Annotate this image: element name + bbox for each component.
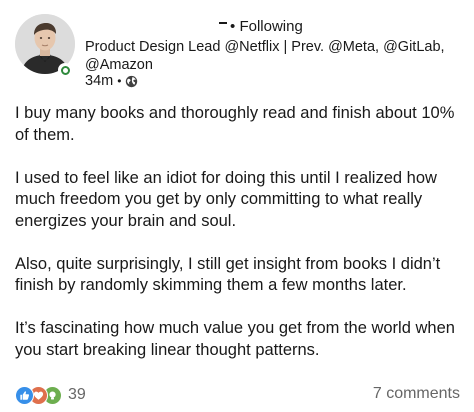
author-headline: Product Design Lead @Netflix | Prev. @Me… [85,39,445,73]
author-avatar-wrapper[interactable] [15,14,75,77]
reaction-count[interactable]: 39 [68,386,86,404]
post-body: I buy many books and thoroughly read and… [15,103,463,361]
engagement-bar: 39 7 comments [15,384,460,406]
post-paragraph: I used to feel like an idiot for doing t… [15,168,437,230]
comments-count-link[interactable]: 7 comments [373,385,460,403]
follow-status-label: Following [239,18,303,35]
feed-post: • Following Product Design Lead @Netflix… [0,0,474,412]
dash-icon [219,22,227,24]
follow-prefix: • [230,18,236,35]
post-paragraph: Also, quite surprisingly, I still get in… [15,254,441,295]
post-meta: 34m • [85,73,138,89]
reactions-summary[interactable]: 39 [15,384,86,406]
online-status-icon [58,63,72,77]
post-paragraph: It’s fascinating how much value you get … [15,319,455,359]
globe-icon [126,75,138,87]
post-paragraph: I buy many books and thoroughly read and… [15,104,455,144]
follow-status[interactable]: • Following [219,18,303,35]
post-timestamp: 34m [85,73,114,89]
post-header: • Following Product Design Lead @Netflix… [15,14,465,94]
like-icon [15,385,34,405]
meta-separator: • [117,74,122,88]
